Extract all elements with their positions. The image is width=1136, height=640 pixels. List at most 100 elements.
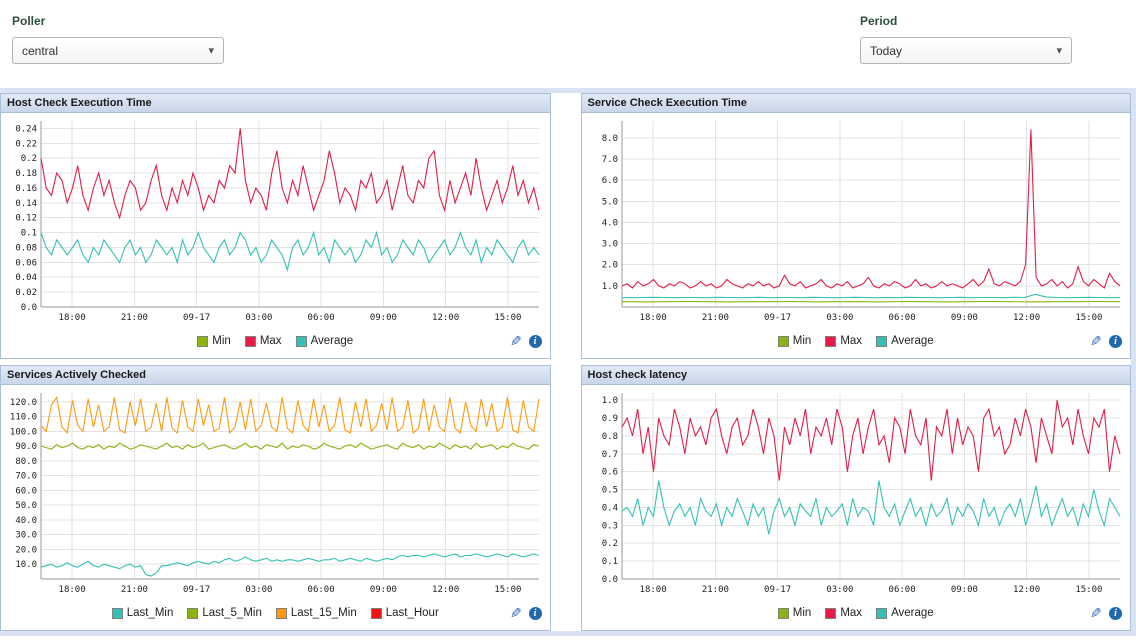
svg-text:0.7: 0.7 [601, 450, 617, 460]
svg-text:06:00: 06:00 [888, 313, 915, 323]
edit-graph-icon[interactable]: ✎ [510, 606, 522, 620]
chart-area: 0.00.10.20.30.40.50.60.70.80.91.018:0021… [582, 385, 1131, 599]
svg-text:70.0: 70.0 [15, 472, 37, 482]
svg-text:21:00: 21:00 [121, 585, 148, 595]
legend-item-last_hour: Last_Hour [371, 607, 439, 619]
edit-graph-icon[interactable]: ✎ [1090, 334, 1102, 348]
chart-legend: Last_MinLast_5_MinLast_15_MinLast_Hour [105, 606, 446, 624]
svg-text:6.0: 6.0 [601, 176, 617, 186]
panel-title: Host Check Execution Time [1, 94, 550, 113]
edit-graph-icon[interactable]: ✎ [510, 334, 522, 348]
legend-item-min: Min [197, 335, 231, 347]
svg-text:09:00: 09:00 [370, 585, 397, 595]
chart-legend: MinMaxAverage [771, 606, 941, 624]
legend-label: Max [260, 335, 282, 347]
svg-text:0.24: 0.24 [15, 124, 37, 134]
svg-text:12:00: 12:00 [1013, 313, 1040, 323]
info-icon[interactable]: i [529, 335, 542, 348]
svg-text:18:00: 18:00 [59, 313, 86, 323]
panel-services-actively-checked: Services Actively Checked 10.020.030.040… [0, 365, 551, 631]
svg-text:15:00: 15:00 [494, 313, 521, 323]
service-check-execution-time-chart: 1.02.03.04.05.06.07.08.018:0021:0009-170… [582, 113, 1130, 327]
panel-title: Host check latency [582, 366, 1131, 385]
info-icon[interactable]: i [529, 607, 542, 620]
legend-label: Min [793, 607, 812, 619]
legend-item-last_5_min: Last_5_Min [187, 607, 261, 619]
svg-text:0.08: 0.08 [15, 244, 37, 254]
svg-text:06:00: 06:00 [308, 585, 335, 595]
legend-swatch [876, 608, 887, 619]
panel-icons: ✎ i [510, 606, 542, 620]
legend-swatch [296, 336, 307, 347]
panel-service-check-execution-time: Service Check Execution Time 1.02.03.04.… [581, 93, 1132, 359]
legend-label: Max [840, 335, 862, 347]
panel-footer: MinMaxAverage ✎ i [1, 327, 550, 358]
svg-text:110.0: 110.0 [10, 413, 37, 423]
info-icon[interactable]: i [1109, 607, 1122, 620]
chevron-down-icon: ▾ [208, 44, 214, 57]
legend-swatch [276, 608, 287, 619]
svg-text:0.18: 0.18 [15, 169, 37, 179]
legend-swatch [197, 336, 208, 347]
legend-label: Last_Hour [386, 607, 439, 619]
legend-label: Last_Min [127, 607, 174, 619]
panel-title: Services Actively Checked [1, 366, 550, 385]
legend-item-last_min: Last_Min [112, 607, 174, 619]
legend-swatch [876, 336, 887, 347]
chart-area: 0.00.020.040.060.080.10.120.140.160.180.… [1, 113, 550, 327]
panel-footer: MinMaxAverage ✎ i [582, 327, 1131, 358]
svg-text:09:00: 09:00 [370, 313, 397, 323]
svg-text:06:00: 06:00 [888, 585, 915, 595]
panel-host-check-latency: Host check latency 0.00.10.20.30.40.50.6… [581, 365, 1132, 631]
legend-label: Min [793, 335, 812, 347]
svg-text:0.14: 0.14 [15, 199, 37, 209]
svg-text:0.8: 0.8 [601, 432, 617, 442]
svg-text:12:00: 12:00 [1013, 585, 1040, 595]
period-select[interactable]: Today ▾ [860, 37, 1072, 64]
chart-area: 10.020.030.040.050.060.070.080.090.0100.… [1, 385, 550, 599]
svg-text:4.0: 4.0 [601, 219, 617, 229]
svg-text:09-17: 09-17 [183, 313, 210, 323]
poller-label: Poller [12, 14, 224, 28]
svg-text:15:00: 15:00 [1075, 585, 1102, 595]
svg-text:18:00: 18:00 [59, 585, 86, 595]
legend-swatch [825, 336, 836, 347]
svg-text:0.16: 0.16 [15, 184, 37, 194]
poller-select-value: central [22, 44, 58, 58]
svg-text:09-17: 09-17 [764, 585, 791, 595]
svg-text:50.0: 50.0 [15, 501, 37, 511]
panel-footer: Last_MinLast_5_MinLast_15_MinLast_Hour ✎… [1, 599, 550, 630]
svg-text:06:00: 06:00 [308, 313, 335, 323]
legend-swatch [825, 608, 836, 619]
edit-graph-icon[interactable]: ✎ [1090, 606, 1102, 620]
svg-text:0.22: 0.22 [15, 139, 37, 149]
svg-text:1.0: 1.0 [601, 396, 617, 406]
poller-select[interactable]: central ▾ [12, 37, 224, 64]
svg-text:80.0: 80.0 [15, 457, 37, 467]
period-filter: Period Today ▾ [860, 14, 1072, 88]
host-check-execution-time-chart: 0.00.020.040.060.080.10.120.140.160.180.… [1, 113, 549, 327]
svg-text:18:00: 18:00 [639, 585, 666, 595]
svg-text:120.0: 120.0 [10, 398, 37, 408]
legend-item-max: Max [825, 607, 862, 619]
legend-swatch [778, 608, 789, 619]
svg-text:09:00: 09:00 [950, 585, 977, 595]
legend-label: Last_5_Min [202, 607, 261, 619]
svg-text:21:00: 21:00 [701, 585, 728, 595]
poller-filter: Poller central ▾ [12, 14, 224, 88]
svg-text:03:00: 03:00 [245, 585, 272, 595]
info-icon[interactable]: i [1109, 335, 1122, 348]
svg-text:0.02: 0.02 [15, 288, 37, 298]
panel-icons: ✎ i [1090, 334, 1122, 348]
svg-text:21:00: 21:00 [701, 313, 728, 323]
svg-text:15:00: 15:00 [1075, 313, 1102, 323]
legend-swatch [112, 608, 123, 619]
svg-text:60.0: 60.0 [15, 486, 37, 496]
svg-text:09-17: 09-17 [764, 313, 791, 323]
filter-bar: Poller central ▾ Period Today ▾ [0, 0, 1136, 88]
legend-item-max: Max [825, 335, 862, 347]
legend-swatch [778, 336, 789, 347]
svg-text:90.0: 90.0 [15, 442, 37, 452]
panel-title: Service Check Execution Time [582, 94, 1131, 113]
svg-text:0.12: 0.12 [15, 214, 37, 224]
